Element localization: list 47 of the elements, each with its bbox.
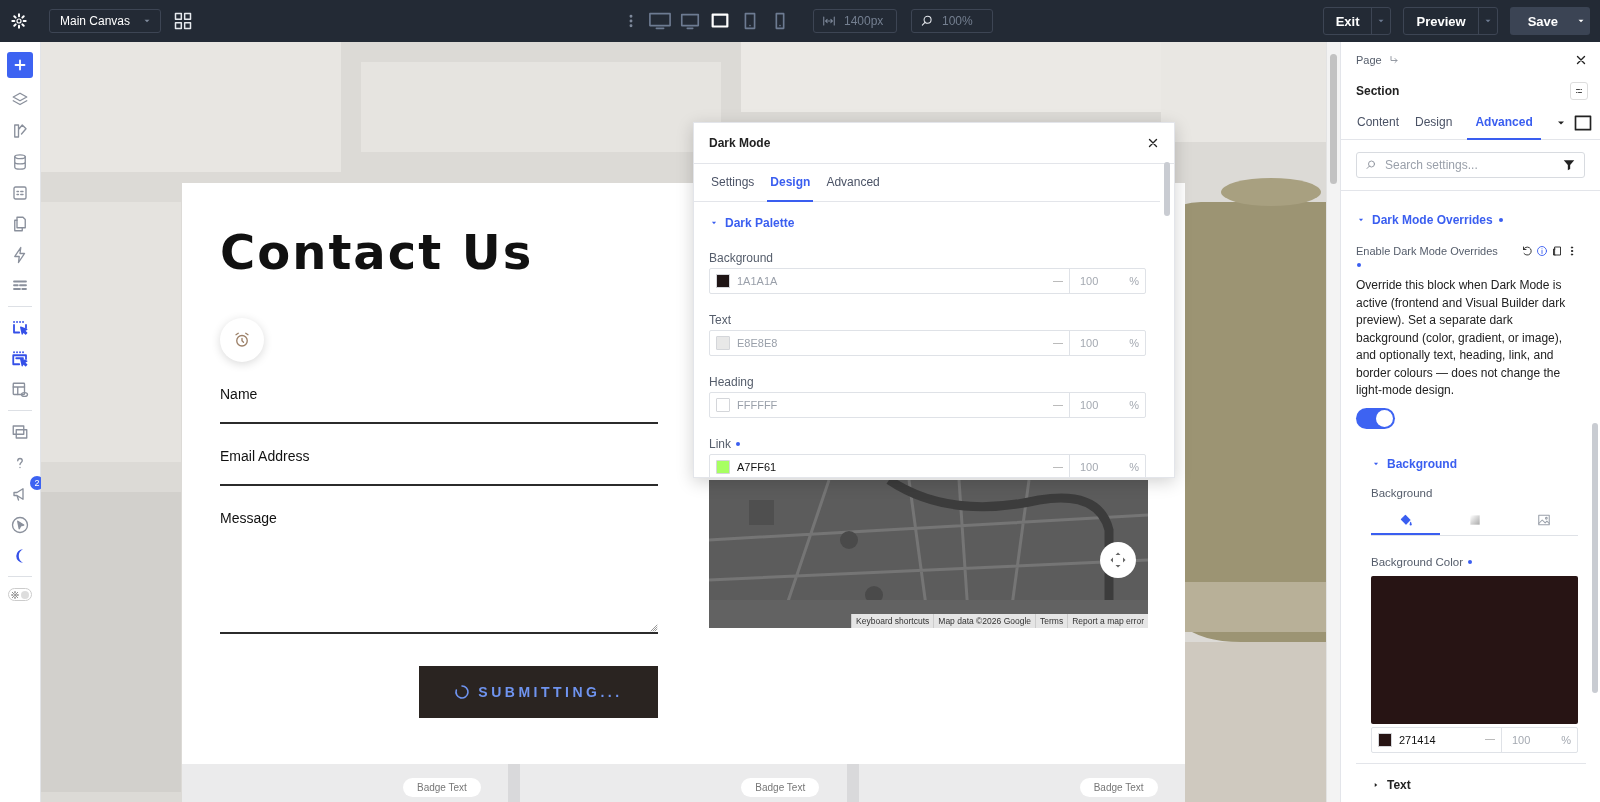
info-icon[interactable] bbox=[1536, 245, 1548, 257]
scrollbar-thumb[interactable] bbox=[1592, 423, 1598, 693]
color-preview[interactable] bbox=[1371, 575, 1578, 724]
search-icon bbox=[920, 14, 934, 28]
description-text: Override this block when Dark Mode is active (frontend and Visual Builder dark preview). Set a separate dark background (color, gradient, or image), and optionally text, heading, link, and border colours — does not change the light-mode design. bbox=[1356, 277, 1567, 399]
copy-icon[interactable] bbox=[1551, 245, 1563, 257]
field-label: Background Color bbox=[1371, 555, 1464, 568]
tab[interactable]: Content bbox=[1356, 105, 1401, 140]
filter-icon[interactable] bbox=[1562, 158, 1576, 172]
width-field[interactable]: 1400px bbox=[813, 9, 897, 33]
tab[interactable]: Advanced bbox=[1467, 105, 1541, 140]
scrollbar-thumb[interactable] bbox=[1330, 54, 1337, 184]
library-icon[interactable] bbox=[11, 121, 29, 140]
settings-icon[interactable] bbox=[10, 13, 27, 29]
breadcrumb-link[interactable]: Page bbox=[1356, 54, 1382, 66]
width-icon bbox=[822, 14, 836, 28]
layout-preview-icon[interactable] bbox=[11, 380, 29, 399]
select-icon[interactable] bbox=[11, 349, 29, 368]
pages-icon[interactable] bbox=[11, 214, 29, 233]
close-icon[interactable] bbox=[1574, 53, 1588, 67]
group-title[interactable]: Dark Mode Overrides bbox=[1372, 213, 1493, 227]
reset-icon[interactable] bbox=[1521, 245, 1533, 257]
add-button[interactable] bbox=[7, 52, 33, 78]
cursor-icon[interactable] bbox=[11, 515, 29, 534]
zoom-field[interactable]: 100% bbox=[911, 9, 993, 33]
gear-icon bbox=[11, 590, 19, 599]
group-title[interactable]: Background bbox=[1387, 456, 1457, 471]
field-label: Enable Dark Mode Overrides bbox=[1356, 245, 1498, 257]
database-icon[interactable] bbox=[11, 152, 29, 171]
options-button[interactable] bbox=[1570, 82, 1588, 100]
toggle-switch[interactable] bbox=[1356, 407, 1395, 429]
canvas-select[interactable]: Main Canvas bbox=[49, 9, 161, 33]
group-title[interactable]: Text bbox=[1387, 777, 1411, 792]
form-icon[interactable] bbox=[11, 183, 29, 202]
return-icon bbox=[1387, 54, 1400, 66]
select-icon[interactable] bbox=[11, 318, 29, 337]
search-icon bbox=[1365, 159, 1377, 171]
search-field[interactable]: Search settings... bbox=[1356, 152, 1585, 178]
field-label: Background bbox=[1371, 486, 1434, 499]
desktop-icon[interactable] bbox=[649, 10, 671, 32]
windows-icon[interactable] bbox=[11, 422, 29, 441]
image-icon bbox=[1536, 512, 1551, 527]
element-title: Section bbox=[1356, 84, 1400, 98]
tab[interactable]: Design bbox=[1414, 105, 1454, 140]
gradient-icon bbox=[1467, 512, 1482, 527]
paint-bucket-icon bbox=[1398, 512, 1413, 527]
grid-icon[interactable] bbox=[173, 11, 193, 31]
